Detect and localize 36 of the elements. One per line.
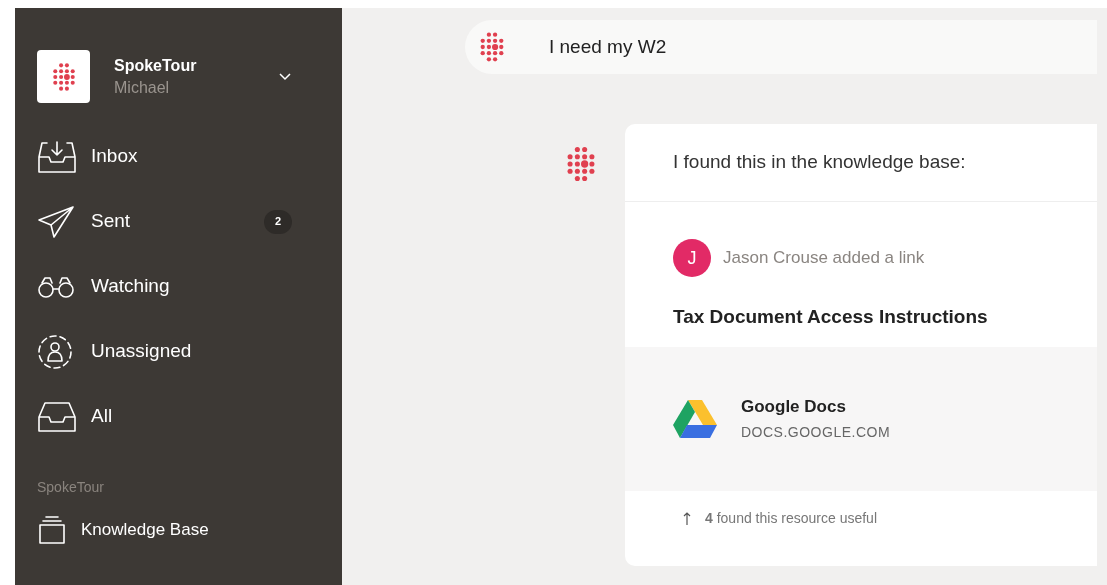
query-bar[interactable]: I need my W2	[465, 20, 1097, 74]
nav-item[interactable]: Inbox	[37, 124, 292, 189]
count-badge: 2	[264, 209, 292, 234]
workspace-name: SpokeTour	[114, 55, 198, 76]
useful-count: 4 found this resource useful	[705, 509, 877, 528]
unassigned-person-icon	[37, 333, 73, 370]
nav-item[interactable]: Watching	[37, 254, 292, 319]
binoculars-icon	[37, 274, 75, 299]
workspace-logo[interactable]	[37, 50, 90, 103]
nav-label: Unassigned	[91, 339, 193, 364]
link-name: Google Docs	[741, 396, 847, 419]
nav-item[interactable]: Unassigned	[37, 319, 292, 384]
nav-label: Inbox	[91, 144, 139, 169]
user-name: Michael	[114, 77, 171, 98]
author-line: Jason Crouse added a link	[723, 247, 925, 270]
answer-intro: I found this in the knowledge base:	[673, 150, 966, 175]
nav-label: Knowledge Base	[81, 519, 209, 542]
inbox-icon	[37, 138, 77, 175]
chevron-down-icon[interactable]	[278, 71, 292, 82]
nav-label: Watching	[91, 274, 171, 299]
paper-plane-icon	[37, 204, 75, 239]
section-heading: SpokeTour	[37, 478, 105, 497]
nav-label: Sent	[91, 209, 132, 234]
nav-item[interactable]: All	[37, 384, 292, 449]
stack-icon	[37, 515, 67, 545]
link-preview[interactable]: Google Docs DOCS.GOOGLE.COM	[625, 346, 1097, 491]
tray-icon	[37, 400, 77, 433]
nav-label: All	[91, 404, 114, 429]
link-domain: DOCS.GOOGLE.COM	[741, 422, 891, 442]
resource-title: Tax Document Access Instructions	[672, 305, 989, 329]
arrow-up-icon[interactable]	[683, 511, 691, 526]
nav-item[interactable]: Knowledge Base	[37, 506, 292, 554]
query-text: I need my W2	[549, 34, 667, 59]
nav-item[interactable]: Sent 2	[37, 189, 292, 254]
drive-icon	[673, 399, 717, 438]
author-avatar: J	[673, 239, 711, 277]
